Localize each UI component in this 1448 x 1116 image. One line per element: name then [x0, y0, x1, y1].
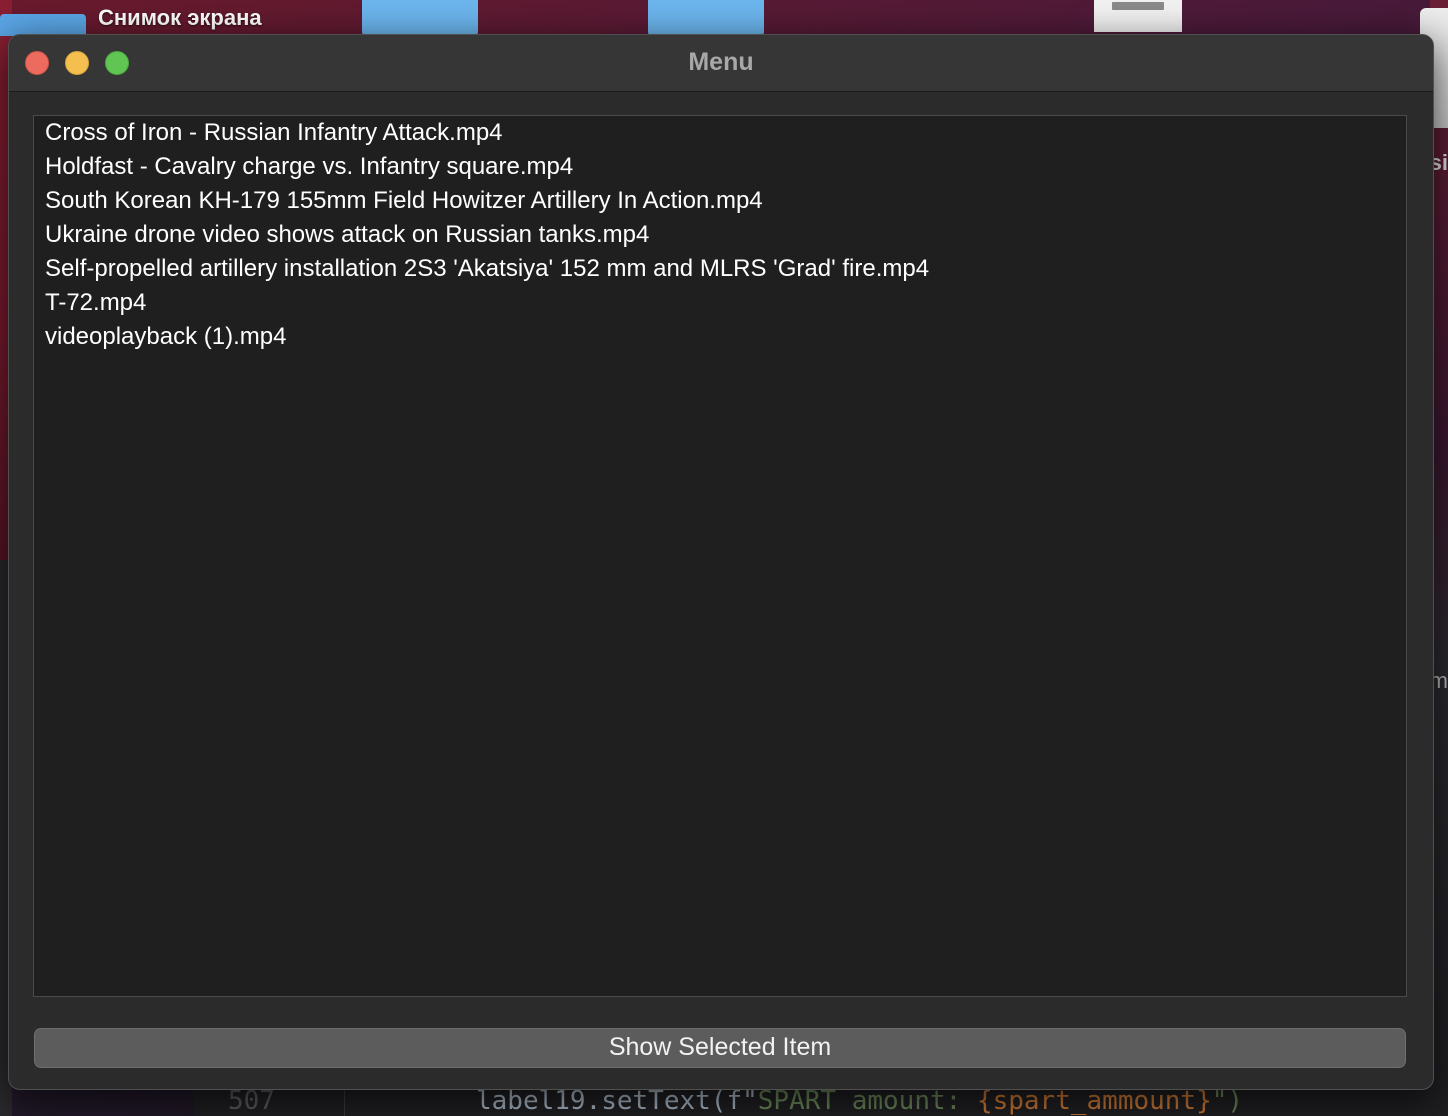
code-text: ") — [1211, 1086, 1244, 1116]
menu-window: Menu Cross of Iron - Russian Infantry At… — [8, 34, 1434, 1090]
list-item[interactable]: Cross of Iron - Russian Infantry Attack.… — [45, 116, 503, 150]
list-item[interactable]: South Korean KH-179 155mm Field Howitzer… — [45, 184, 763, 218]
line-number-gutter: 507 — [194, 1086, 345, 1116]
folder-icon[interactable] — [0, 14, 86, 36]
code-string: SPART — [757, 1086, 837, 1116]
desktop-file-label[interactable]: Снимок экрана — [98, 5, 262, 31]
list-item[interactable]: Holdfast - Cavalry charge vs. Infantry s… — [45, 150, 573, 184]
folder-icon[interactable] — [362, 0, 478, 36]
window-title: Menu — [688, 48, 754, 76]
list-item[interactable]: Self-propelled artillery installation 2S… — [45, 252, 929, 286]
title-bar[interactable]: Menu — [9, 35, 1433, 92]
code-string: amount: — [836, 1086, 977, 1116]
video-list[interactable]: Cross of Iron - Russian Infantry Attack.… — [33, 115, 1407, 997]
show-selected-item-button[interactable]: Show Selected Item — [34, 1028, 1406, 1068]
background-code-editor: 507 label19.setText(f"SPART amount: {spa… — [194, 1086, 1448, 1116]
list-item[interactable]: videoplayback (1).mp4 — [45, 320, 286, 354]
code-text: label19.setText(f" — [476, 1086, 758, 1116]
list-item[interactable]: T-72.mp4 — [45, 286, 146, 320]
folder-icon[interactable] — [648, 0, 764, 36]
line-number: 507 — [228, 1086, 275, 1116]
list-item[interactable]: Ukraine drone video shows attack on Russ… — [45, 218, 649, 252]
code-line: label19.setText(f"SPART amount: {spart_a… — [476, 1086, 1243, 1116]
screenshot-thumbnail-icon[interactable] — [1094, 0, 1182, 32]
code-variable: {spart_ammount} — [976, 1086, 1212, 1116]
